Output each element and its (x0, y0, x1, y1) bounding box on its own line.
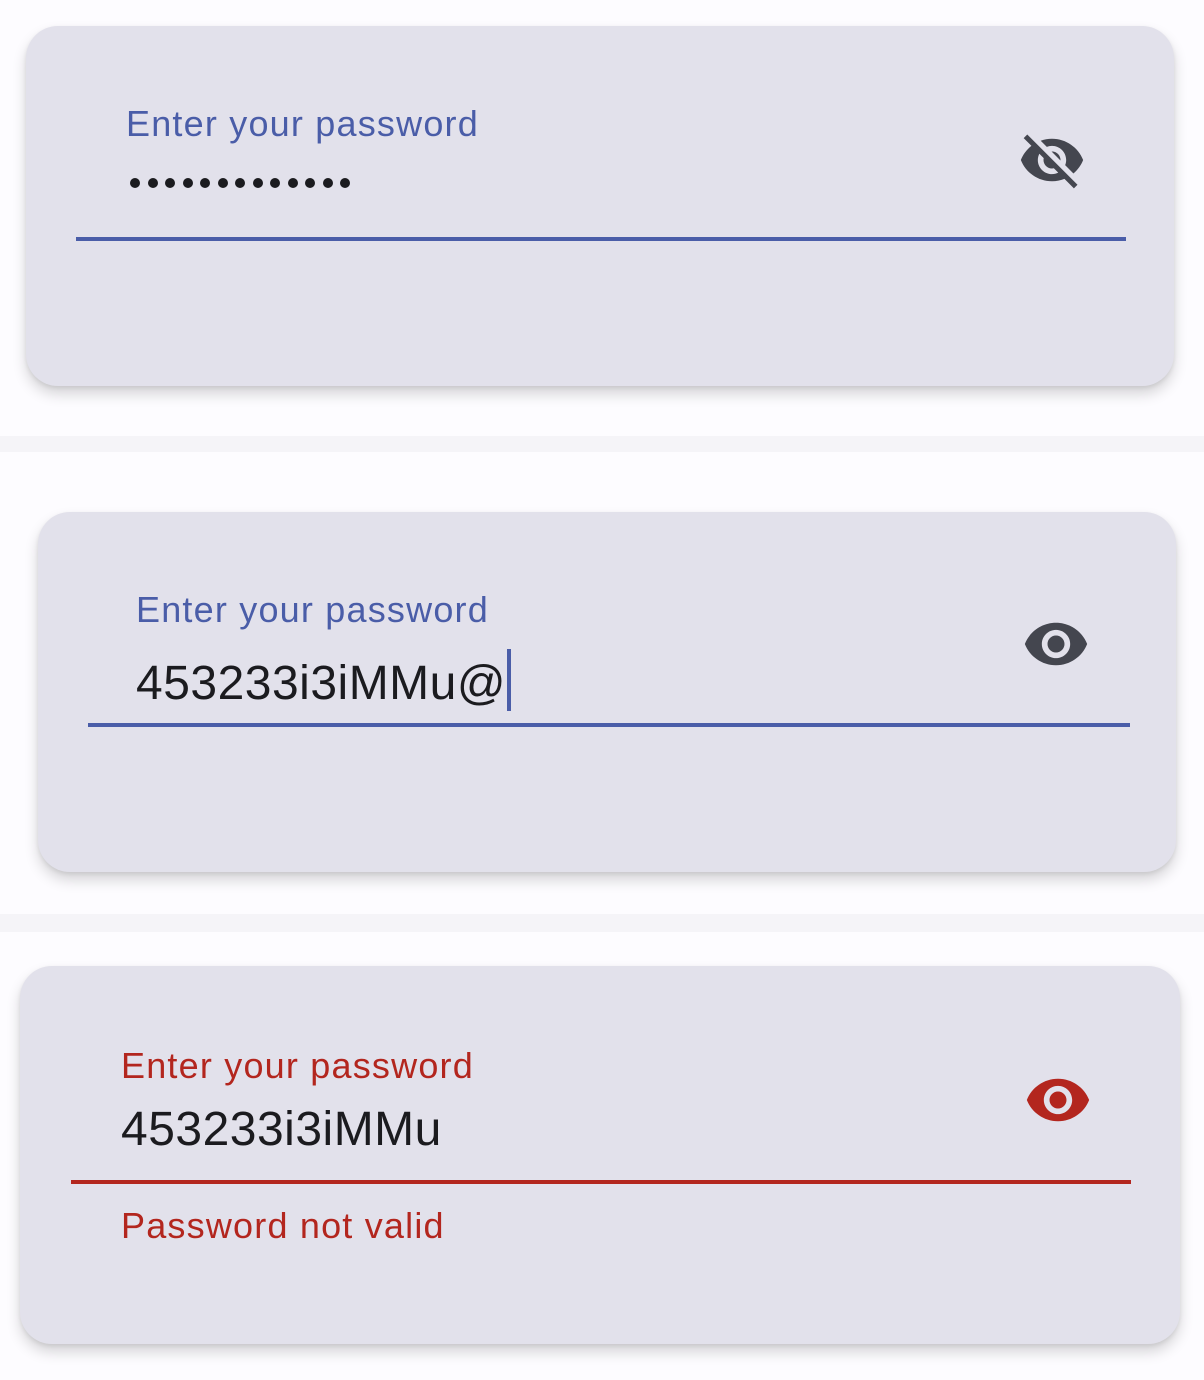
password-input[interactable]: 453233i3iMMu@ (136, 649, 512, 711)
password-mask-dot (147, 178, 158, 188)
password-mask-dot (252, 178, 263, 188)
password-field-label: Enter your password (126, 103, 479, 144)
visibility-off-icon[interactable] (1016, 124, 1088, 196)
password-mask-dot (270, 178, 280, 188)
password-value: 453233i3iMMu@ (136, 657, 507, 710)
error-helper-text: Password not valid (121, 1205, 445, 1246)
password-mask-dot (340, 178, 350, 188)
password-mask-dot (322, 178, 333, 188)
text-cursor (507, 649, 512, 711)
password-mask-dot (217, 178, 228, 188)
password-mask-dot (165, 178, 175, 188)
field-underline-error (71, 1180, 1131, 1184)
password-mask-dot (200, 178, 210, 188)
visibility-icon[interactable] (1022, 1064, 1094, 1136)
password-mask-dot (287, 178, 298, 188)
password-field-card-error[interactable]: Enter your password 453233i3iMMu Passwor… (20, 966, 1180, 1344)
field-underline (88, 723, 1130, 727)
separator-band (0, 436, 1204, 452)
password-mask-dot (130, 178, 140, 188)
password-input[interactable]: 453233i3iMMu (121, 1106, 442, 1154)
password-mask-dot (305, 178, 315, 188)
masked-password-value[interactable] (130, 178, 350, 188)
password-mask-dot (235, 178, 245, 188)
password-field-label: Enter your password (121, 1045, 474, 1086)
password-field-card-hidden[interactable]: Enter your password (26, 26, 1174, 386)
password-field-card-visible[interactable]: Enter your password 453233i3iMMu@ (38, 512, 1176, 872)
password-field-label: Enter your password (136, 589, 489, 630)
password-mask-dot (182, 178, 193, 188)
separator-band (0, 914, 1204, 932)
field-underline (76, 237, 1126, 241)
visibility-icon[interactable] (1020, 608, 1092, 680)
